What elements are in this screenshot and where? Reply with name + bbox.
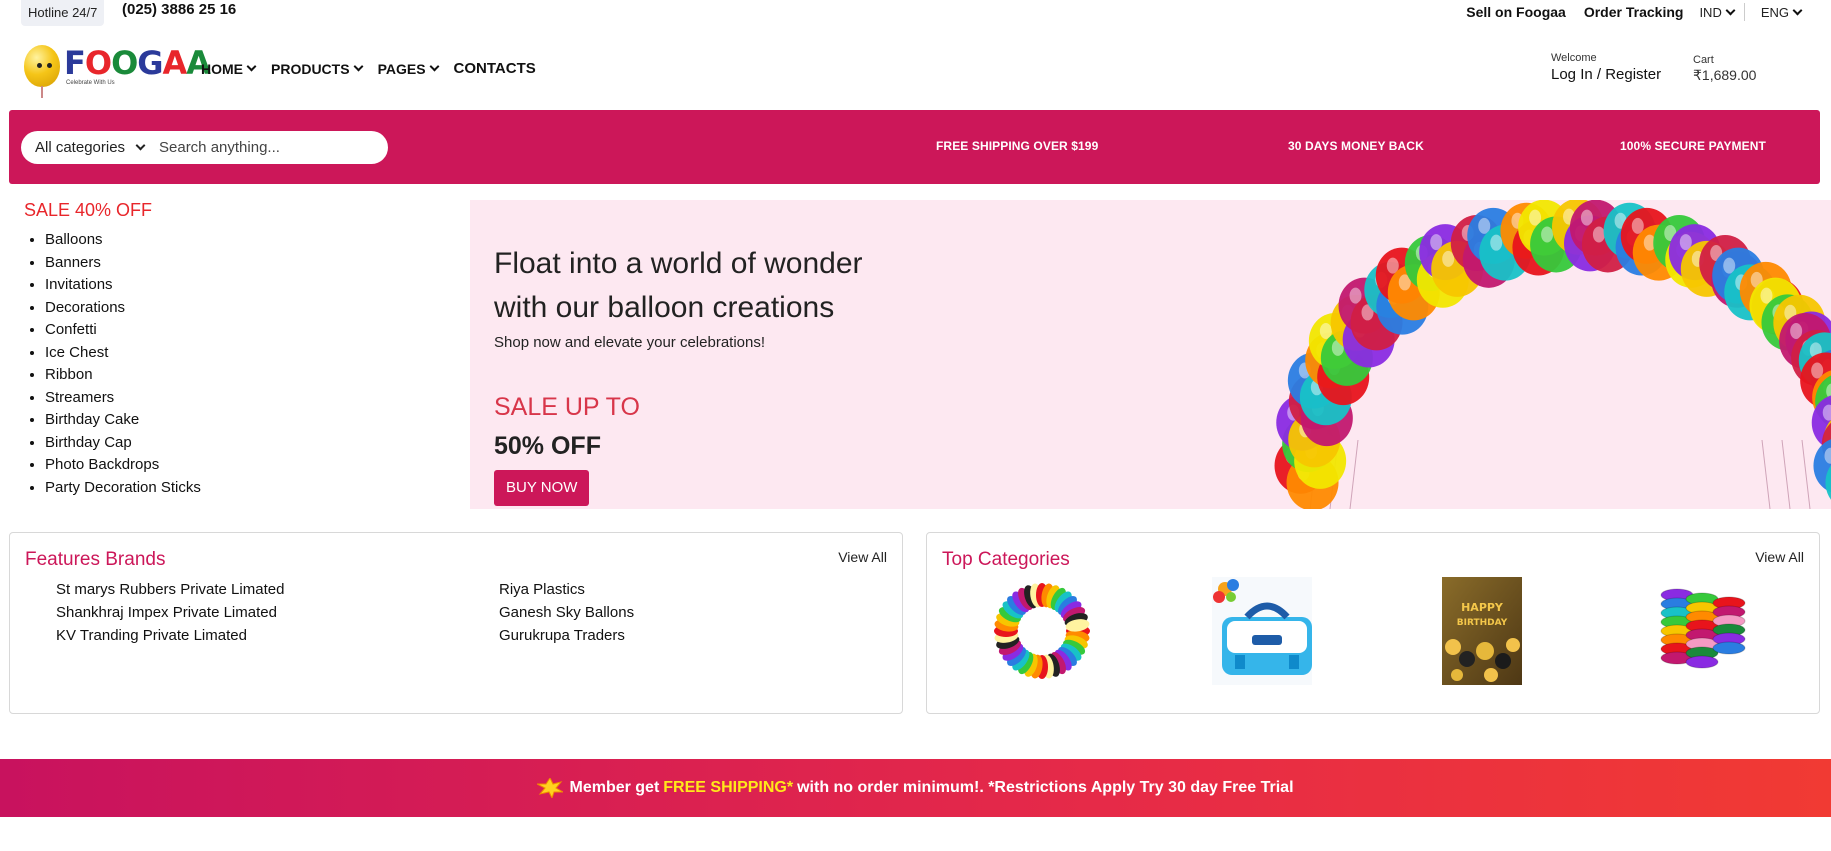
promo-prefix: Member get — [569, 779, 660, 796]
category-item[interactable]: Ribbon — [45, 364, 444, 387]
sell-on-foogaa-link[interactable]: Sell on Foogaa — [1466, 4, 1566, 20]
brand-item[interactable]: Riya Plastics — [499, 581, 879, 600]
chevron-down-icon — [246, 61, 257, 72]
category-select-value: All categories — [35, 139, 126, 156]
happy-birthday-decor-image[interactable]: HAPPY BIRTHDAY — [1427, 577, 1537, 685]
account-link[interactable]: Welcome Log In / Register — [1551, 52, 1661, 83]
promo-banner[interactable]: Member get FREE SHIPPING* with no order … — [0, 759, 1831, 817]
brand-item[interactable]: Shankhraj Impex Private Limated — [56, 604, 499, 623]
nav-pages[interactable]: PAGES — [377, 60, 439, 77]
hero-banner: Float into a world of wonder with our bal… — [470, 200, 1831, 509]
hotline-phone[interactable]: (025) 3886 25 16 — [122, 1, 236, 18]
nav-contacts[interactable]: CONTACTS — [454, 60, 536, 77]
main-nav: HOME PRODUCTS PAGES CONTACTS — [201, 60, 552, 77]
welcome-label: Welcome — [1551, 52, 1597, 64]
hero-title-line1: Float into a world of wonder — [494, 247, 863, 280]
chevron-down-icon — [1792, 5, 1803, 15]
cart-link[interactable]: Cart ₹1,689.00 — [1693, 54, 1756, 84]
perk-secure-payment: 100% SECURE PAYMENT — [1620, 139, 1766, 153]
search-band: All categories FREE SHIPPING OVER $199 3… — [9, 110, 1820, 184]
category-item[interactable]: Decorations — [45, 297, 444, 320]
top-links: Sell on Foogaa Order Tracking IND ENG — [1448, 3, 1803, 21]
nav-pages-label: PAGES — [377, 60, 426, 77]
brands-view-all-link[interactable]: View All — [838, 549, 887, 565]
top-categories-panel: Top Categories View All HAPPY BIRTHDAY — [926, 532, 1820, 714]
login-register-link[interactable]: Log In / Register — [1551, 66, 1661, 83]
svg-text:HAPPY: HAPPY — [1461, 601, 1504, 614]
nav-home[interactable]: HOME — [201, 60, 257, 77]
balloon-arch-image — [1274, 200, 1831, 509]
category-list: Balloons Banners Invitations Decorations… — [24, 229, 444, 499]
chevron-down-icon — [353, 61, 364, 72]
perk-money-back: 30 DAYS MONEY BACK — [1288, 139, 1424, 153]
search-input[interactable] — [159, 139, 369, 156]
category-item[interactable]: Balloons — [45, 229, 444, 252]
brand-item[interactable]: St marys Rubbers Private Limated — [56, 581, 499, 600]
hero-sale-label: SALE UP TO — [494, 393, 640, 421]
category-item[interactable]: Photo Backdrops — [45, 454, 444, 477]
logo-wordmark: FOOGAA — [64, 44, 211, 82]
hero-title: Float into a world of wonder with our bal… — [494, 242, 863, 330]
hero-subtitle: Shop now and elevate your celebrations! — [494, 334, 766, 351]
category-item[interactable]: Streamers — [45, 387, 444, 410]
brand-item[interactable]: Ganesh Sky Ballons — [499, 604, 879, 623]
category-sidebar: SALE 40% OFF Balloons Banners Invitation… — [24, 200, 444, 499]
site-header: FOOGAA Celebrate With Us HOME PRODUCTS P… — [0, 40, 1831, 98]
categories-view-all-link[interactable]: View All — [1755, 549, 1804, 565]
brand-item[interactable]: Gurukrupa Traders — [499, 627, 879, 646]
chevron-down-icon — [429, 61, 439, 72]
category-item[interactable]: Party Decoration Sticks — [45, 477, 444, 500]
promo-text: Member get FREE SHIPPING* with no order … — [537, 778, 1294, 798]
buy-now-button[interactable]: BUY NOW — [494, 470, 590, 506]
category-item[interactable]: Birthday Cake — [45, 409, 444, 432]
language-value: ENG — [1760, 4, 1789, 20]
features-brands-panel: Features Brands View All St marys Rubber… — [9, 532, 903, 714]
balloon-logo-icon — [24, 45, 60, 98]
cart-amount: ₹1,689.00 — [1693, 67, 1757, 83]
category-select[interactable]: All categories — [21, 139, 159, 156]
divider — [1743, 3, 1745, 21]
cart-label: Cart — [1693, 54, 1714, 66]
category-item[interactable]: Banners — [45, 252, 444, 275]
star-burst-icon — [537, 778, 564, 798]
hero-title-line2: with our balloon creations — [494, 291, 835, 324]
features-brands-title: Features Brands — [25, 549, 166, 570]
category-item[interactable]: Confetti — [45, 319, 444, 342]
search-box: All categories — [21, 131, 388, 164]
balloon-bundle-image[interactable] — [987, 577, 1097, 685]
brand-list: St marys Rubbers Private Limated Riya Pl… — [56, 581, 876, 646]
brand-item[interactable]: KV Tranding Private Limated — [56, 627, 499, 646]
nav-products[interactable]: PRODUCTS — [271, 60, 364, 77]
balloon-pump-image[interactable] — [1207, 577, 1317, 685]
logo-tagline: Celebrate With Us — [66, 80, 115, 86]
top-bar: Hotline 24/7 (025) 3886 25 16 Sell on Fo… — [0, 0, 1831, 26]
hero-discount: 50% OFF — [494, 432, 601, 460]
nav-home-label: HOME — [201, 60, 243, 77]
language-select[interactable]: ENG — [1760, 4, 1803, 20]
chevron-down-icon — [1725, 5, 1736, 15]
nav-contacts-label: CONTACTS — [453, 60, 536, 77]
site-logo[interactable]: FOOGAA Celebrate With Us — [22, 40, 211, 98]
category-item[interactable]: Ice Chest — [45, 342, 444, 365]
svg-text:BIRTHDAY: BIRTHDAY — [1457, 618, 1508, 628]
hotline-label: Hotline 24/7 — [21, 0, 105, 26]
perk-free-shipping: FREE SHIPPING OVER $199 — [936, 139, 1099, 153]
category-item[interactable]: Birthday Cap — [45, 432, 444, 455]
currency-value: IND — [1699, 4, 1722, 20]
category-item[interactable]: Invitations — [45, 274, 444, 297]
chevron-down-icon — [135, 140, 146, 151]
currency-select[interactable]: IND — [1699, 4, 1736, 20]
promo-highlight: FREE SHIPPING* — [663, 779, 794, 796]
nav-products-label: PRODUCTS — [271, 60, 350, 77]
order-tracking-link[interactable]: Order Tracking — [1584, 4, 1684, 20]
ribbon-rolls-image[interactable] — [1647, 577, 1757, 685]
top-categories-title: Top Categories — [942, 549, 1070, 570]
promo-suffix: with no order minimum!. *Restrictions Ap… — [797, 779, 1294, 796]
sidebar-sale-title: SALE 40% OFF — [24, 200, 153, 220]
